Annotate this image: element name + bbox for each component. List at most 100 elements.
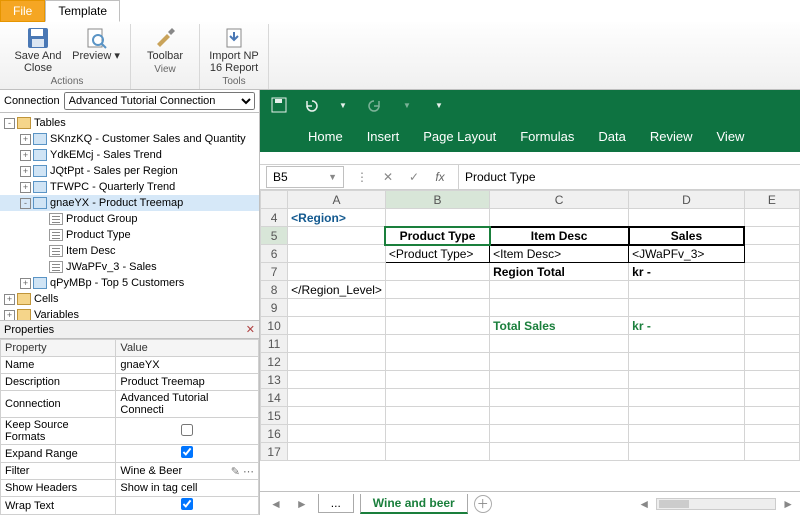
cell[interactable]: Region Total <box>490 263 629 281</box>
tree-item[interactable]: Product Type <box>0 227 259 243</box>
cell[interactable] <box>744 407 799 425</box>
cell[interactable] <box>490 407 629 425</box>
cell[interactable] <box>385 407 489 425</box>
cell[interactable] <box>288 407 386 425</box>
row-header[interactable]: 13 <box>261 371 288 389</box>
cell[interactable] <box>744 389 799 407</box>
row-header[interactable]: 10 <box>261 317 288 335</box>
expand-icon[interactable]: + <box>20 182 31 193</box>
cell[interactable] <box>385 209 489 227</box>
row-header[interactable]: 17 <box>261 443 288 461</box>
column-header[interactable]: E <box>744 191 799 209</box>
expand-icon[interactable]: + <box>20 166 31 177</box>
excel-tab-page-layout[interactable]: Page Layout <box>423 129 496 144</box>
cell[interactable]: </Region_Level> <box>288 281 386 299</box>
excel-tab-insert[interactable]: Insert <box>367 129 400 144</box>
fx-icon[interactable]: fx <box>432 170 448 184</box>
cell[interactable] <box>629 281 745 299</box>
cell[interactable] <box>490 281 629 299</box>
cell[interactable] <box>744 227 799 245</box>
tree-item[interactable]: JWaPFv_3 - Sales <box>0 259 259 275</box>
property-row[interactable]: Expand Range <box>1 445 259 463</box>
cell[interactable] <box>629 353 745 371</box>
cell[interactable]: <Product Type> <box>385 245 489 263</box>
property-checkbox[interactable] <box>181 446 193 458</box>
row-header[interactable]: 14 <box>261 389 288 407</box>
column-header[interactable]: D <box>629 191 745 209</box>
collapse-icon[interactable]: - <box>4 118 15 129</box>
cell[interactable] <box>629 371 745 389</box>
cell[interactable] <box>288 227 386 245</box>
excel-tab-view[interactable]: View <box>717 129 745 144</box>
object-tree[interactable]: -Tables+SKnzKQ - Customer Sales and Quan… <box>0 113 259 321</box>
sheet-nav-next-icon[interactable]: ► <box>292 497 312 511</box>
cell[interactable]: <JWaPFv_3> <box>629 245 745 263</box>
sheet-add-button[interactable]: ＋ <box>474 495 492 513</box>
name-box[interactable]: B5▼ <box>266 166 344 188</box>
row-header[interactable]: 5 <box>261 227 288 245</box>
property-value[interactable]: Wine & Beer ✎ ⋯ <box>116 463 259 480</box>
cell[interactable] <box>385 443 489 461</box>
sheet-scroll-right-icon[interactable]: ► <box>782 497 794 511</box>
cell[interactable]: kr - <box>629 317 745 335</box>
expand-icon[interactable]: + <box>4 310 15 321</box>
row-header[interactable]: 9 <box>261 299 288 317</box>
undo-icon[interactable] <box>302 96 320 114</box>
cell[interactable] <box>385 281 489 299</box>
cell[interactable]: kr - <box>629 263 745 281</box>
cell[interactable] <box>744 443 799 461</box>
cell[interactable] <box>744 245 799 263</box>
redo-dropdown-icon[interactable]: ▼ <box>398 96 416 114</box>
cell[interactable] <box>629 335 745 353</box>
redo-icon[interactable] <box>366 96 384 114</box>
cell[interactable] <box>490 389 629 407</box>
cell[interactable] <box>490 443 629 461</box>
tab-template[interactable]: Template <box>45 0 120 22</box>
tree-item[interactable]: -Tables <box>0 115 259 131</box>
column-header[interactable]: C <box>490 191 629 209</box>
expand-icon[interactable]: + <box>20 150 31 161</box>
cell[interactable] <box>744 209 799 227</box>
property-value[interactable] <box>116 445 259 463</box>
cell[interactable] <box>385 371 489 389</box>
tree-item[interactable]: +JQtPpt - Sales per Region <box>0 163 259 179</box>
edit-filter-icon[interactable]: ✎ ⋯ <box>231 465 254 478</box>
cell[interactable] <box>288 443 386 461</box>
name-box-dropdown-icon[interactable]: ▼ <box>328 172 337 182</box>
undo-dropdown-icon[interactable]: ▼ <box>334 96 352 114</box>
formula-input[interactable]: Product Type <box>458 165 800 189</box>
save-and-close-button[interactable]: Save And Close <box>10 24 66 76</box>
cell[interactable] <box>744 263 799 281</box>
property-value[interactable] <box>116 497 259 515</box>
expand-icon[interactable]: + <box>4 294 15 305</box>
preview-button[interactable]: Preview ▾ <box>68 24 124 76</box>
spreadsheet-grid[interactable]: ABCDE4<Region>5Product TypeItem DescSale… <box>260 190 800 461</box>
tree-item[interactable]: +TFWPC - Quarterly Trend <box>0 179 259 195</box>
cell[interactable] <box>385 317 489 335</box>
cell[interactable] <box>385 425 489 443</box>
cell[interactable]: <Item Desc> <box>490 245 629 263</box>
cell[interactable] <box>744 353 799 371</box>
expand-icon[interactable]: + <box>20 134 31 145</box>
property-value[interactable]: Product Treemap <box>116 374 259 391</box>
cell[interactable] <box>744 299 799 317</box>
property-value[interactable]: Advanced Tutorial Connecti <box>116 391 259 418</box>
formula-cancel-icon[interactable]: ✕ <box>380 170 396 184</box>
cell[interactable] <box>629 389 745 407</box>
cell[interactable] <box>288 299 386 317</box>
cell[interactable] <box>490 335 629 353</box>
cell[interactable] <box>288 389 386 407</box>
excel-tab-review[interactable]: Review <box>650 129 693 144</box>
cell[interactable] <box>385 263 489 281</box>
row-header[interactable]: 11 <box>261 335 288 353</box>
cell[interactable] <box>385 389 489 407</box>
cell[interactable] <box>629 209 745 227</box>
horizontal-scrollbar[interactable] <box>656 498 776 510</box>
row-header[interactable]: 8 <box>261 281 288 299</box>
formula-accept-icon[interactable]: ✓ <box>406 170 422 184</box>
cell[interactable]: Sales <box>629 227 745 245</box>
sheet-tab-prev[interactable]: ... <box>318 494 354 513</box>
properties-close-icon[interactable]: ✕ <box>246 323 255 336</box>
toolbar-button[interactable]: Toolbar <box>137 24 193 64</box>
row-header[interactable]: 6 <box>261 245 288 263</box>
